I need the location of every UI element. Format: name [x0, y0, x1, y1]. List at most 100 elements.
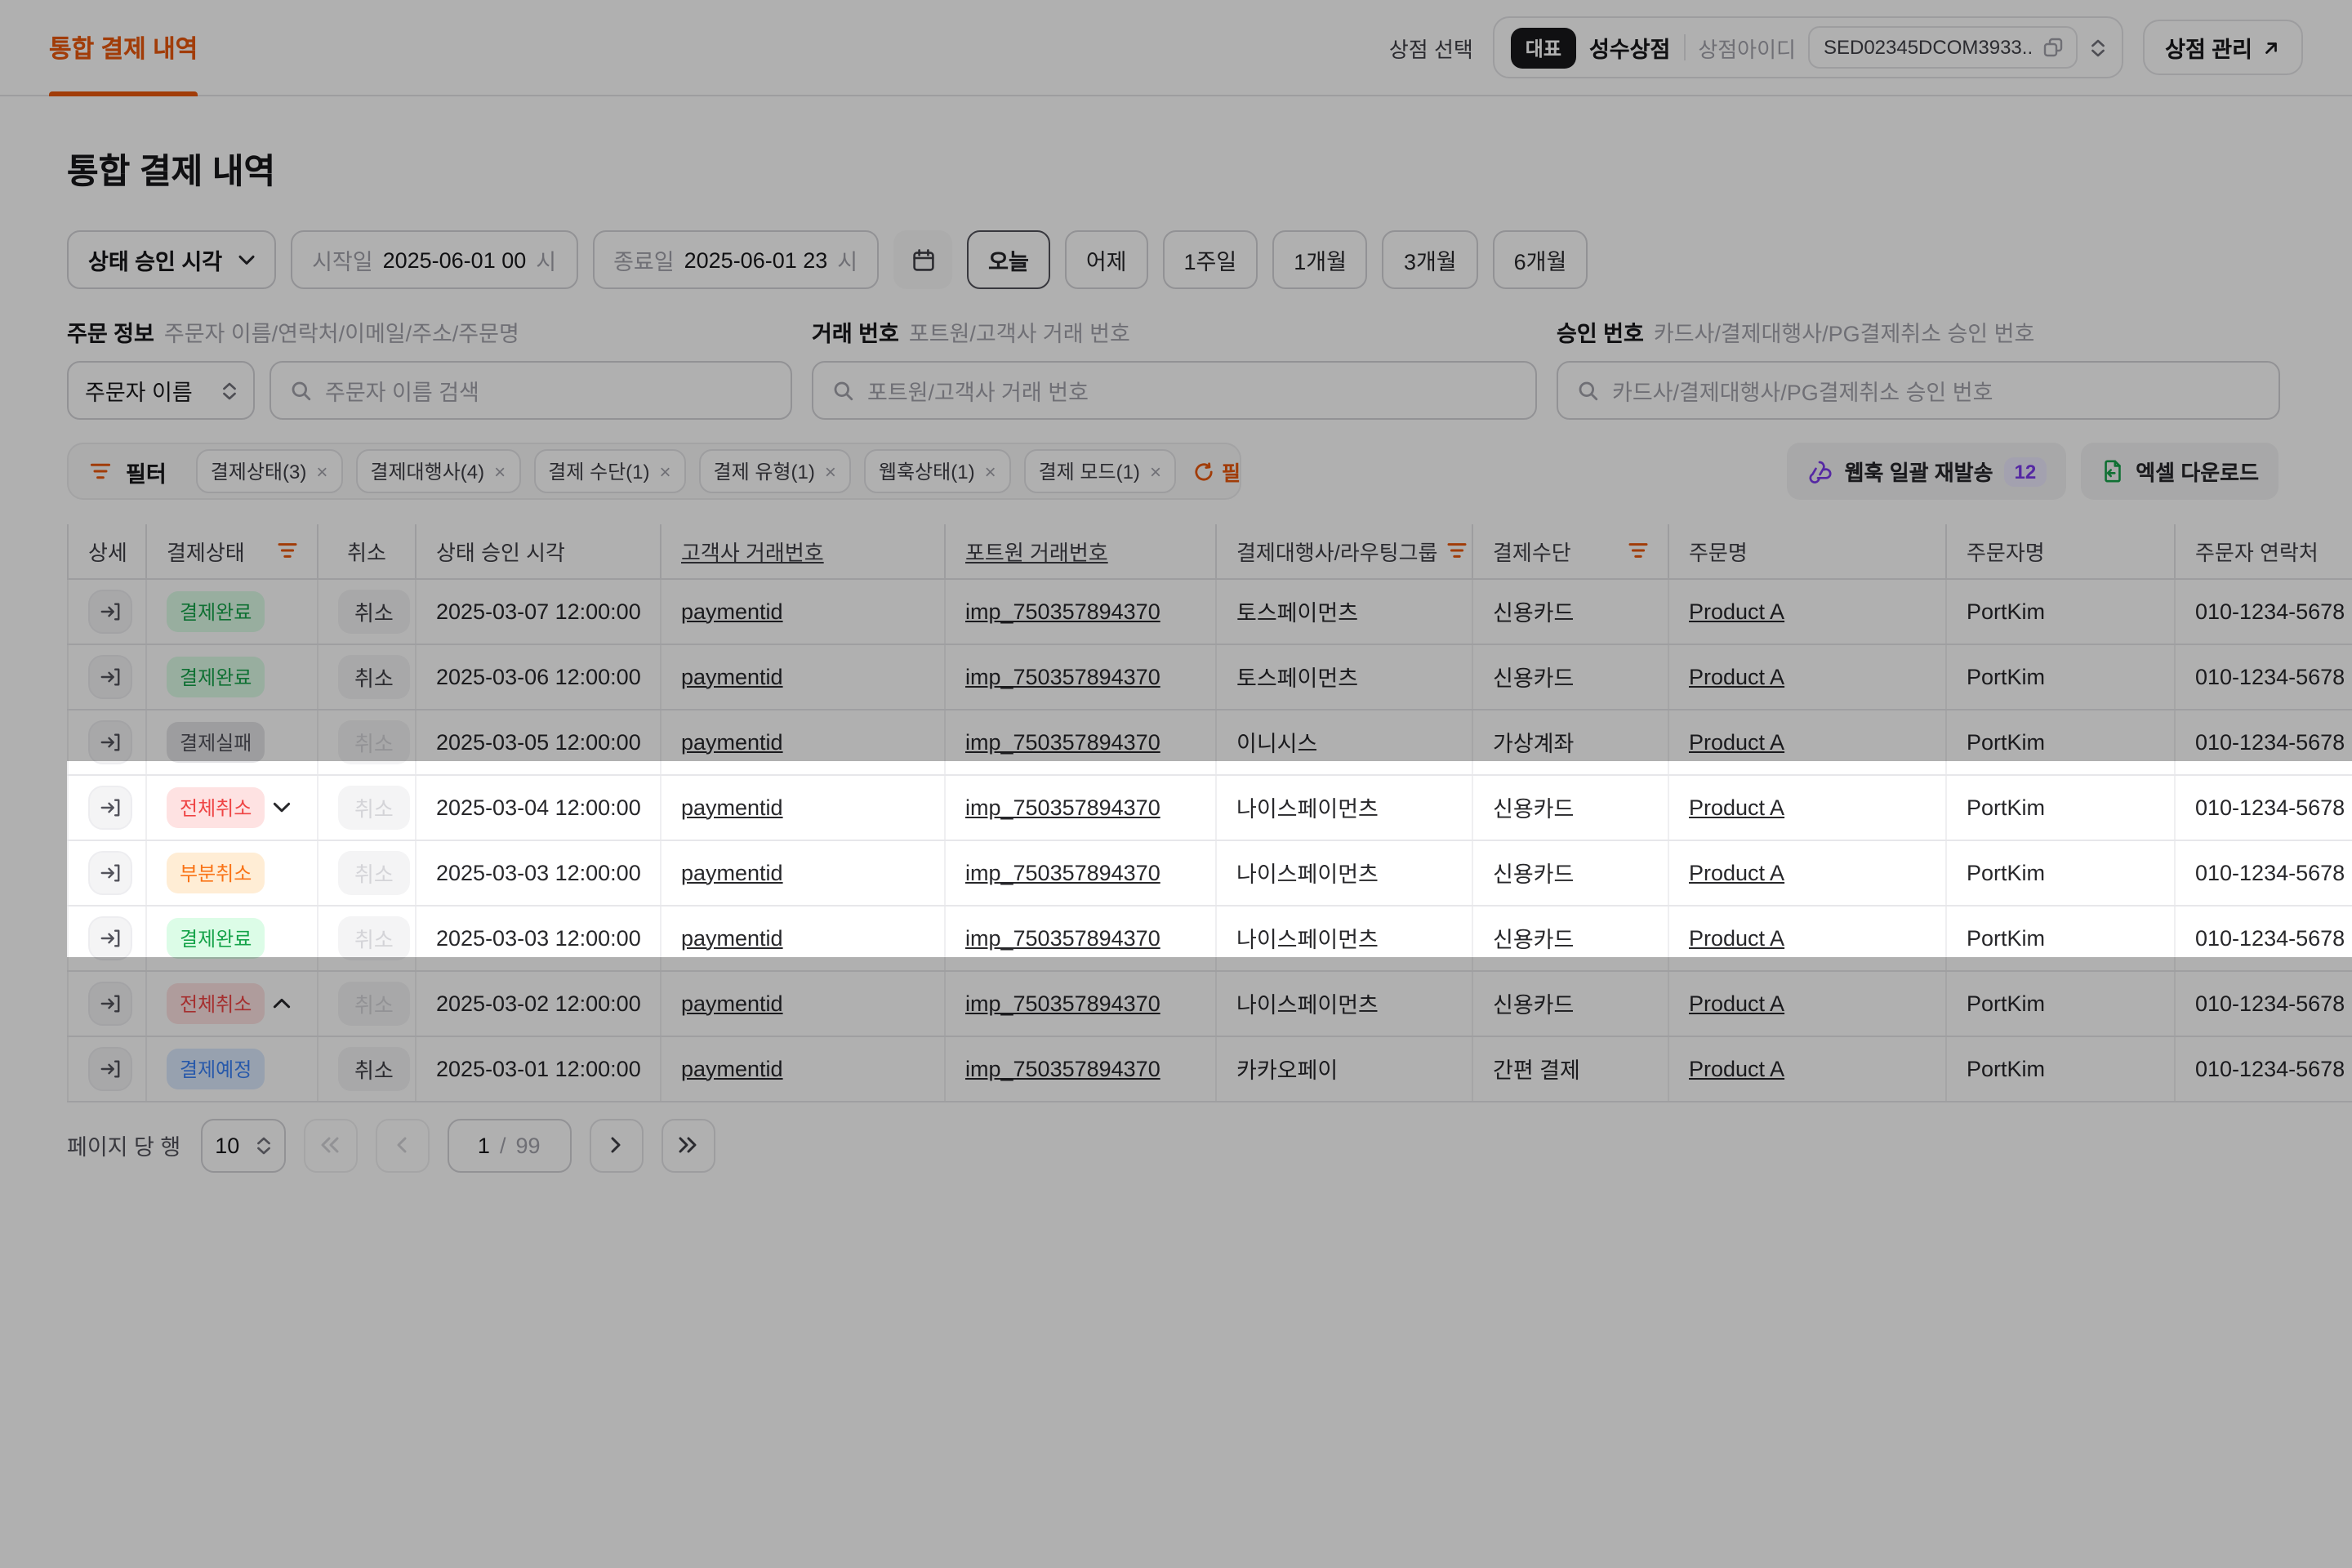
- dim-overlay-left: [0, 761, 67, 957]
- merchant-tx-id-link[interactable]: paymentid: [681, 664, 783, 688]
- portone-tx-id-link[interactable]: imp_750357894370: [965, 664, 1160, 688]
- calendar-button[interactable]: [893, 230, 952, 289]
- cancel-button[interactable]: 취소: [338, 589, 410, 633]
- portone-tx-id-link[interactable]: imp_750357894370: [965, 729, 1160, 754]
- table-row: 결제완료취소2025-03-03 12:00:00paymentidimp_75…: [68, 905, 2352, 970]
- detail-button[interactable]: [88, 1046, 132, 1090]
- filter-chip[interactable]: 결제상태(3)×: [196, 449, 343, 493]
- order-name-link[interactable]: Product A: [1689, 599, 1784, 623]
- rows-per-page-select[interactable]: 10: [200, 1118, 285, 1172]
- filter-reset-button[interactable]: 필터 초기화: [1194, 456, 1241, 487]
- filter-chip[interactable]: 결제 모드(1)×: [1024, 449, 1176, 493]
- quick-range-button[interactable]: 3개월: [1383, 230, 1478, 289]
- order-name-link[interactable]: Product A: [1689, 795, 1784, 819]
- merchant-tx-id-link[interactable]: paymentid: [681, 860, 783, 884]
- portone-tx-id-link[interactable]: imp_750357894370: [965, 860, 1160, 884]
- prev-page-button[interactable]: [375, 1118, 429, 1172]
- chip-close-icon[interactable]: ×: [316, 461, 327, 481]
- order-field-select[interactable]: 주문자 이름: [67, 361, 255, 420]
- last-page-button[interactable]: [661, 1118, 715, 1172]
- merchant-tx-id-link[interactable]: paymentid: [681, 599, 783, 623]
- copy-icon[interactable]: [2042, 38, 2062, 57]
- select-updown-icon[interactable]: [2090, 38, 2105, 56]
- portone-tx-id-link[interactable]: imp_750357894370: [965, 599, 1160, 623]
- filter-funnel-icon[interactable]: [1447, 543, 1467, 559]
- status-approved-time: 2025-03-03 12:00:00: [436, 860, 641, 884]
- order-name-link[interactable]: Product A: [1689, 1056, 1784, 1080]
- store-selector[interactable]: 대표 성수상점 상점아이디 SED02345DCOM3933..: [1493, 16, 2123, 78]
- filter-funnel-icon[interactable]: [278, 543, 297, 559]
- cancel-button[interactable]: 취소: [338, 654, 410, 698]
- chip-close-icon[interactable]: ×: [825, 461, 836, 481]
- store-manage-button[interactable]: 상점 관리: [2142, 20, 2303, 75]
- portone-tx-id-link[interactable]: imp_750357894370: [965, 795, 1160, 819]
- chip-close-icon[interactable]: ×: [1150, 461, 1161, 481]
- order-search-input[interactable]: 주문자 이름 검색: [270, 361, 792, 420]
- portone-tx-id-link[interactable]: imp_750357894370: [965, 991, 1160, 1015]
- filter-chip[interactable]: 결제대행사(4)×: [355, 449, 520, 493]
- start-date-input[interactable]: 시작일 2025-06-01 00 시: [291, 230, 577, 289]
- filter-chip[interactable]: 결제 유형(1)×: [699, 449, 851, 493]
- date-type-select[interactable]: 상태 승인 시각: [67, 230, 276, 289]
- merchant-tx-id-link[interactable]: paymentid: [681, 729, 783, 754]
- divider: [1683, 34, 1685, 60]
- order-name-link[interactable]: Product A: [1689, 925, 1784, 950]
- transaction-search-placeholder: 포트원/고객사 거래 번호: [867, 374, 1089, 407]
- search-icon: [291, 380, 312, 401]
- end-date-input[interactable]: 종료일 2025-06-01 23 시: [592, 230, 879, 289]
- row-expand-toggle[interactable]: [273, 801, 297, 813]
- cancel-button[interactable]: 취소: [338, 1046, 410, 1090]
- order-name-link[interactable]: Product A: [1689, 991, 1784, 1015]
- calendar-icon: [911, 247, 935, 272]
- column-header-label: 고객사 거래번호: [681, 541, 824, 565]
- merchant-tx-id-link[interactable]: paymentid: [681, 991, 783, 1015]
- chevron-down-icon[interactable]: [273, 801, 291, 813]
- detail-button[interactable]: [88, 654, 132, 698]
- column-header: 결제대행사/라우팅그룹: [1216, 524, 1472, 578]
- transaction-search-input[interactable]: 포트원/고객사 거래 번호: [812, 361, 1537, 420]
- chevron-up-icon[interactable]: [273, 997, 291, 1009]
- store-badge[interactable]: 대표: [1511, 27, 1576, 68]
- detail-button[interactable]: [88, 785, 132, 829]
- chip-close-icon[interactable]: ×: [494, 461, 506, 481]
- chip-close-icon[interactable]: ×: [985, 461, 996, 481]
- detail-button[interactable]: [88, 719, 132, 764]
- page-separator: /: [500, 1133, 506, 1157]
- chip-close-icon[interactable]: ×: [660, 461, 671, 481]
- column-header[interactable]: 포트원 거래번호: [945, 524, 1216, 578]
- filter-funnel-icon[interactable]: [1628, 543, 1648, 559]
- portone-tx-id-link[interactable]: imp_750357894370: [965, 925, 1160, 950]
- quick-range-button[interactable]: 오늘: [967, 230, 1050, 289]
- row-expand-toggle[interactable]: [273, 997, 297, 1009]
- filter-chip[interactable]: 웹훅상태(1)×: [864, 449, 1011, 493]
- detail-button[interactable]: [88, 589, 132, 633]
- detail-button[interactable]: [88, 915, 132, 960]
- page-indicator[interactable]: 1 / 99: [447, 1118, 571, 1172]
- merchant-tx-id-link[interactable]: paymentid: [681, 795, 783, 819]
- filter-chip[interactable]: 결제 수단(1)×: [533, 449, 685, 493]
- column-header[interactable]: 고객사 거래번호: [661, 524, 945, 578]
- portone-tx-id-link[interactable]: imp_750357894370: [965, 1056, 1160, 1080]
- merchant-tx-id-link[interactable]: paymentid: [681, 1056, 783, 1080]
- first-page-button[interactable]: [303, 1118, 357, 1172]
- webhook-resend-button[interactable]: 웹훅 일괄 재발송 12: [1788, 443, 2066, 500]
- end-date-suffix: 시: [837, 243, 858, 276]
- detail-button[interactable]: [88, 850, 132, 894]
- quick-range-button[interactable]: 1주일: [1163, 230, 1258, 289]
- order-name-link[interactable]: Product A: [1689, 729, 1784, 754]
- excel-download-button[interactable]: 엑셀 다운로드: [2080, 443, 2278, 500]
- next-page-button[interactable]: [589, 1118, 643, 1172]
- store-name[interactable]: 성수상점: [1589, 31, 1670, 64]
- end-date-prefix: 종료일: [613, 243, 675, 276]
- detail-button[interactable]: [88, 981, 132, 1025]
- approval-search-input[interactable]: 카드사/결제대행사/PG결제취소 승인 번호: [1557, 361, 2280, 420]
- order-name-link[interactable]: Product A: [1689, 860, 1784, 884]
- customer-name: PortKim: [1967, 795, 2045, 819]
- tab-integrated-payments[interactable]: 통합 결제 내역: [49, 0, 198, 95]
- order-name-link[interactable]: Product A: [1689, 664, 1784, 688]
- quick-range-button[interactable]: 1개월: [1272, 230, 1368, 289]
- quick-range-button[interactable]: 어제: [1065, 230, 1148, 289]
- detail-arrow-icon: [100, 666, 121, 687]
- merchant-tx-id-link[interactable]: paymentid: [681, 925, 783, 950]
- quick-range-button[interactable]: 6개월: [1493, 230, 1588, 289]
